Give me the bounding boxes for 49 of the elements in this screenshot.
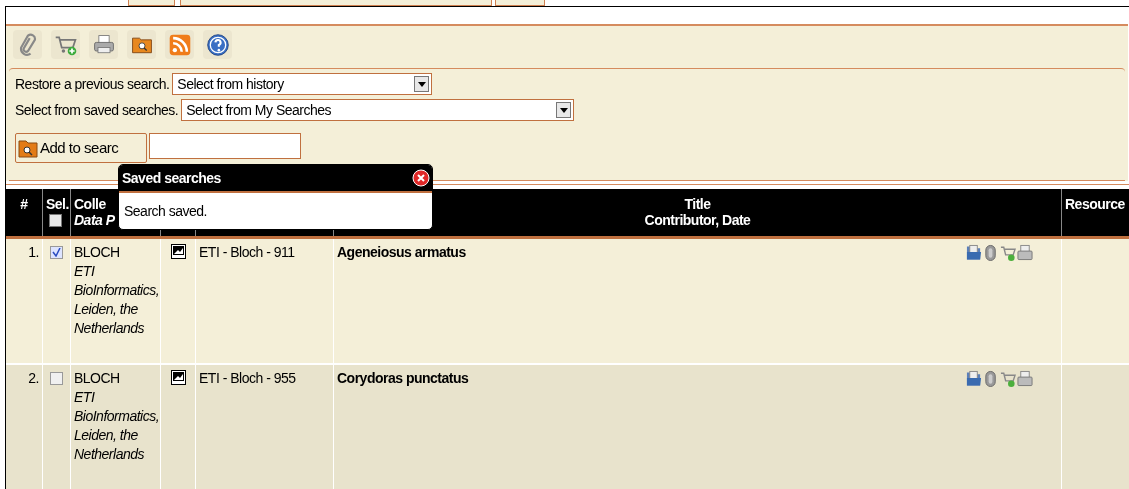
record-identifier: ETI - Bloch - 955 <box>199 370 296 386</box>
column-header: Sel. <box>46 196 69 212</box>
folder-icon[interactable] <box>966 244 982 261</box>
record-identifier: ETI - Bloch - 911 <box>199 244 295 260</box>
toolbar-button[interactable] <box>13 30 42 59</box>
column-subheader: Data P <box>74 212 115 228</box>
add-to-searches-button[interactable]: Add to searc <box>15 133 147 163</box>
row-number: 1. <box>28 243 39 262</box>
saved-searches-dropdown[interactable]: Select from My Searches <box>181 99 575 121</box>
column-subheader: Contributor, Date <box>644 212 751 228</box>
row-checkbox[interactable] <box>50 246 63 259</box>
collection-name: BLOCH <box>74 369 120 388</box>
record-title: Ageneiosus armatus <box>337 243 466 262</box>
cart-add-icon[interactable] <box>1000 370 1016 387</box>
column-header: # <box>20 196 28 212</box>
close-icon[interactable] <box>412 169 430 187</box>
toolbar-button[interactable] <box>89 30 118 59</box>
history-dropdown[interactable]: Select from history <box>172 73 433 95</box>
field-label: Restore a previous search. <box>15 74 170 94</box>
column-header: Resource <box>1065 196 1125 212</box>
help-icon <box>205 32 230 57</box>
cart-add-icon[interactable] <box>1000 244 1016 261</box>
data-provider: ETI BioInformatics, Leiden, the Netherlands <box>74 262 160 338</box>
column-header: Title <box>684 196 711 212</box>
record-title: Corydoras punctatus <box>337 369 469 388</box>
image-icon[interactable] <box>170 370 186 385</box>
row-checkbox[interactable] <box>50 372 63 385</box>
dialog-message: Search saved. <box>124 201 207 221</box>
printer-icon[interactable] <box>1017 370 1033 387</box>
row-number: 2. <box>28 369 39 388</box>
tab-edge <box>128 0 175 6</box>
toolbar-button[interactable] <box>127 30 156 59</box>
search-name-field[interactable] <box>149 133 301 159</box>
tab-edge <box>495 0 545 6</box>
dialog-title: Saved searches <box>122 168 221 188</box>
field-label: Select from saved searches. <box>15 100 179 120</box>
paperclip-icon[interactable] <box>983 370 999 387</box>
rss-icon <box>167 32 192 57</box>
data-provider: ETI BioInformatics, Leiden, the Netherlands <box>74 388 160 464</box>
toolbar-button[interactable] <box>203 30 232 59</box>
folder-icon[interactable] <box>966 370 982 387</box>
column-header: Colle <box>74 196 106 212</box>
printer-icon[interactable] <box>1017 244 1033 261</box>
toolbar-button[interactable] <box>51 30 80 59</box>
paperclip-icon[interactable] <box>983 244 999 261</box>
select-all-checkbox[interactable] <box>49 214 62 227</box>
collection-name: BLOCH <box>74 243 120 262</box>
folder-search-icon <box>18 138 38 158</box>
image-icon[interactable] <box>170 244 186 259</box>
